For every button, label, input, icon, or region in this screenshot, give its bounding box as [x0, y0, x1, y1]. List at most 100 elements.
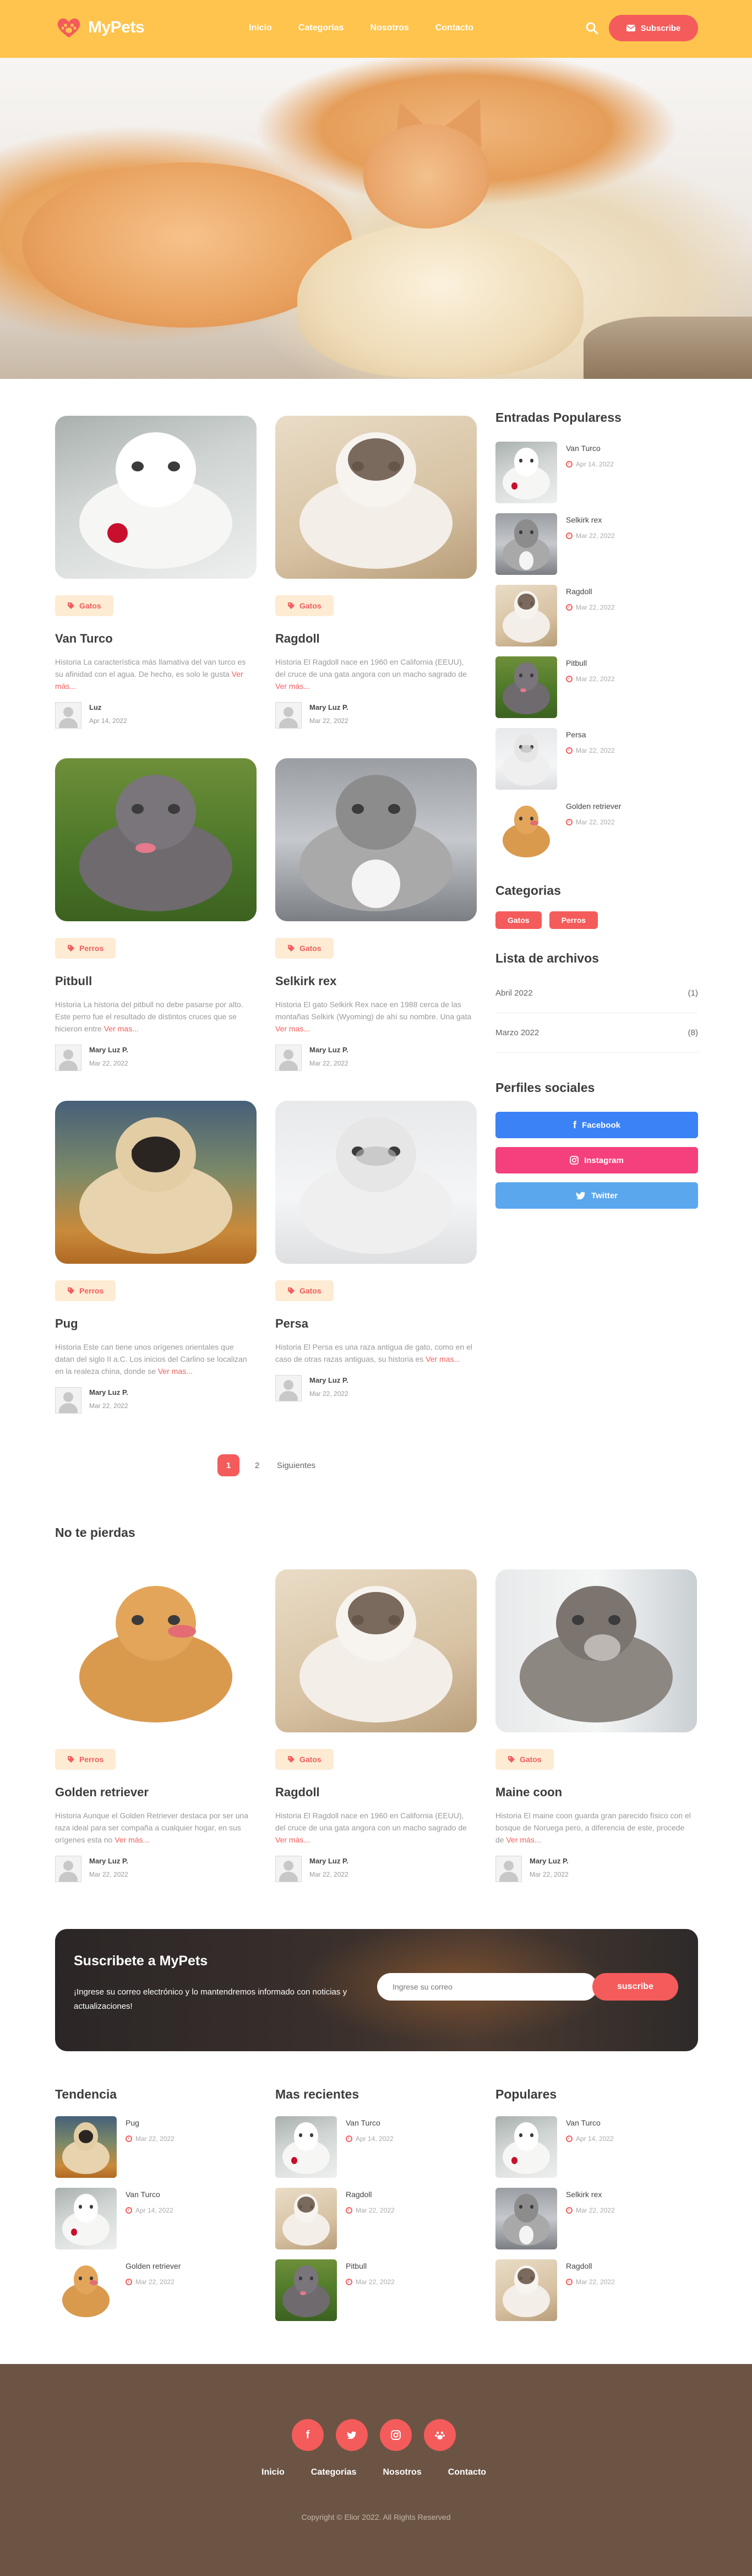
author-name[interactable]: Mary Luz P. — [89, 1857, 128, 1865]
post-thumbnail[interactable] — [275, 2116, 337, 2178]
post-image[interactable] — [275, 758, 477, 921]
post-thumbnail[interactable] — [275, 2188, 337, 2249]
list-item[interactable]: Pitbull Mar 22, 2022 — [495, 656, 698, 728]
avatar[interactable] — [275, 1856, 302, 1882]
post-category-tag[interactable]: Gatos — [275, 1749, 334, 1770]
page-2-button[interactable]: 2 — [246, 1454, 268, 1476]
list-item[interactable]: Van Turco Apr 14, 2022 — [55, 2188, 257, 2259]
post-thumbnail[interactable] — [495, 656, 557, 718]
item-title[interactable]: Van Turco — [126, 2190, 173, 2199]
post-thumbnail[interactable] — [55, 2116, 117, 2178]
post-thumbnail[interactable] — [495, 800, 557, 861]
post-title[interactable]: Ragdoll — [275, 1785, 477, 1800]
post-category-tag[interactable]: Perros — [55, 938, 116, 959]
post-category-tag[interactable]: Gatos — [55, 595, 113, 616]
author-name[interactable]: Mary Luz P. — [89, 1046, 128, 1054]
post-thumbnail[interactable] — [495, 2188, 557, 2249]
post-title[interactable]: Van Turco — [55, 632, 257, 646]
author-name[interactable]: Mary Luz P. — [309, 1046, 348, 1054]
read-more-link[interactable]: Ver más... — [115, 1835, 149, 1844]
item-title[interactable]: Pitbull — [346, 2262, 395, 2270]
item-title[interactable]: Selkirk rex — [566, 2190, 615, 2199]
post-title[interactable]: Selkirk rex — [275, 974, 477, 988]
post-card[interactable]: Gatos Persa Historia El Persa es una raza … — [275, 1101, 477, 1401]
read-more-link[interactable]: Ver más... — [275, 1835, 310, 1844]
footer-nav-contacto[interactable]: Contacto — [448, 2468, 486, 2477]
author-name[interactable]: Mary Luz P. — [530, 1857, 569, 1865]
post-thumbnail[interactable] — [495, 2116, 557, 2178]
facebook-button[interactable]: f Facebook — [495, 1112, 698, 1138]
post-image[interactable] — [275, 1101, 477, 1264]
read-more-link[interactable]: Ver mas... — [104, 1024, 139, 1033]
paw-icon[interactable] — [424, 2419, 456, 2451]
post-card[interactable]: Gatos Maine coon Historia El maine coon gu… — [495, 1569, 697, 1882]
avatar[interactable] — [55, 1387, 81, 1414]
read-more-link[interactable]: Ver mas... — [275, 1024, 310, 1033]
author-name[interactable]: Mary Luz P. — [309, 1376, 348, 1384]
post-image[interactable] — [275, 1569, 477, 1732]
post-card[interactable]: Gatos Ragdoll Historia El Ragdoll nace en … — [275, 1569, 477, 1882]
author-name[interactable]: Mary Luz P. — [89, 1388, 128, 1396]
nav-contacto[interactable]: Contacto — [435, 23, 473, 33]
post-thumbnail[interactable] — [495, 585, 557, 646]
post-image[interactable] — [55, 758, 257, 921]
post-category-tag[interactable]: Perros — [55, 1280, 116, 1301]
list-item[interactable]: Van Turco Apr 14, 2022 — [495, 442, 698, 513]
post-image[interactable] — [55, 1101, 257, 1264]
list-item[interactable]: Pug Mar 22, 2022 — [55, 2116, 257, 2188]
post-image[interactable] — [55, 416, 257, 579]
post-category-tag[interactable]: Gatos — [275, 938, 334, 959]
list-item[interactable]: Golden retriever Mar 22, 2022 — [495, 800, 698, 871]
newsletter-subscribe-button[interactable]: suscribe — [592, 1973, 678, 2001]
post-thumbnail[interactable] — [275, 2259, 337, 2321]
item-title[interactable]: Ragdoll — [566, 587, 615, 596]
post-title[interactable]: Persa — [275, 1317, 477, 1331]
list-item[interactable]: Pitbull Mar 22, 2022 — [275, 2259, 477, 2331]
footer-nav-categorias[interactable]: Categorias — [311, 2468, 357, 2477]
list-item[interactable]: Persa Mar 22, 2022 — [495, 728, 698, 800]
post-image[interactable] — [55, 1569, 257, 1732]
item-title[interactable]: Pitbull — [566, 659, 615, 667]
read-more-link[interactable]: Ver mas... — [158, 1367, 193, 1376]
nav-nosotros[interactable]: Nosotros — [370, 23, 408, 33]
post-thumbnail[interactable] — [495, 513, 557, 575]
post-category-tag[interactable]: Gatos — [275, 1280, 334, 1301]
item-title[interactable]: Persa — [566, 730, 615, 739]
post-card[interactable]: Perros Pitbull Historia La historia del pi… — [55, 758, 257, 1071]
archive-row[interactable]: Marzo 2022 (8) — [495, 1013, 698, 1053]
list-item[interactable]: Ragdoll Mar 22, 2022 — [495, 585, 698, 656]
category-perros[interactable]: Perros — [549, 911, 598, 929]
read-more-link[interactable]: Ver más... — [275, 682, 310, 691]
list-item[interactable]: Golden retriever Mar 22, 2022 — [55, 2259, 257, 2331]
avatar[interactable] — [275, 702, 302, 729]
post-image[interactable] — [275, 416, 477, 579]
footer-nav-nosotros[interactable]: Nosotros — [383, 2468, 421, 2477]
item-title[interactable]: Golden retriever — [126, 2262, 181, 2270]
list-item[interactable]: Selkirk rex Mar 22, 2022 — [495, 2188, 697, 2259]
subscribe-button[interactable]: Subscribe — [609, 15, 698, 41]
archive-row[interactable]: Abril 2022 (1) — [495, 974, 698, 1013]
post-thumbnail[interactable] — [55, 2259, 117, 2321]
post-title[interactable]: Ragdoll — [275, 632, 477, 646]
author-name[interactable]: Luz — [89, 703, 127, 711]
post-thumbnail[interactable] — [495, 442, 557, 503]
read-more-link[interactable]: Ver mas... — [426, 1355, 460, 1363]
post-thumbnail[interactable] — [495, 2259, 557, 2321]
post-card[interactable]: Perros Golden retriever Historia Aunque el… — [55, 1569, 257, 1882]
post-title[interactable]: Maine coon — [495, 1785, 697, 1800]
category-gatos[interactable]: Gatos — [495, 911, 542, 929]
instagram-button[interactable]: Instagram — [495, 1147, 698, 1173]
avatar[interactable] — [55, 1856, 81, 1882]
instagram-icon[interactable] — [380, 2419, 412, 2451]
read-more-link[interactable]: Ver más... — [506, 1835, 541, 1844]
post-card[interactable]: Gatos Ragdoll Historia El Ragdoll nace en … — [275, 416, 477, 729]
post-title[interactable]: Pug — [55, 1317, 257, 1331]
avatar[interactable] — [275, 1045, 302, 1071]
item-title[interactable]: Selkirk rex — [566, 515, 615, 524]
author-name[interactable]: Mary Luz P. — [309, 1857, 348, 1865]
post-card[interactable]: Gatos Van Turco Historia La característica… — [55, 416, 257, 729]
post-image[interactable] — [495, 1569, 697, 1732]
post-card[interactable]: Gatos Selkirk rex Historia El gato Selkirk… — [275, 758, 477, 1071]
post-category-tag[interactable]: Gatos — [275, 595, 334, 616]
post-title[interactable]: Pitbull — [55, 974, 257, 988]
